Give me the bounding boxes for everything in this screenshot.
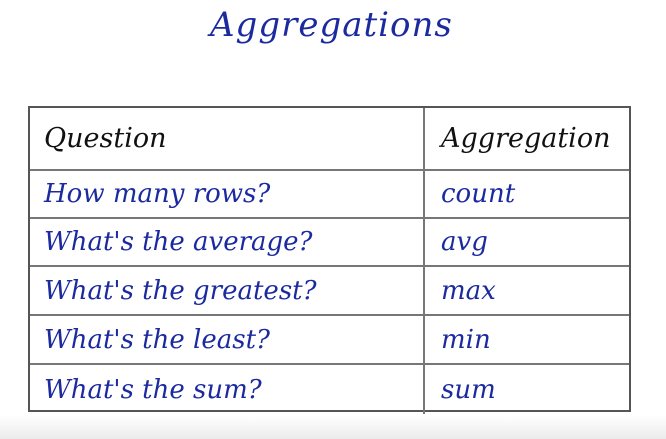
bottom-shade [0, 415, 666, 439]
table-row-aggregation: count [425, 171, 629, 219]
table-row-aggregation: sum [441, 374, 496, 405]
aggregation-table: Question Aggregation How many rows? coun… [28, 106, 631, 414]
table-row-question: What's the sum? [30, 365, 425, 414]
table-row-question: What's the greatest? [30, 267, 425, 316]
table-row-aggregation: avg [425, 219, 629, 267]
column-header-aggregation: Aggregation [425, 108, 629, 171]
table-row-question: What's the average? [30, 219, 425, 267]
table-row-question: How many rows? [30, 171, 425, 219]
table-row-aggregation: min [425, 316, 629, 365]
table-row-question: What's the least? [30, 316, 425, 365]
table-row-aggregation: max [425, 267, 629, 316]
column-header-question: Question [30, 108, 425, 171]
page-title: Aggregations [210, 5, 453, 45]
